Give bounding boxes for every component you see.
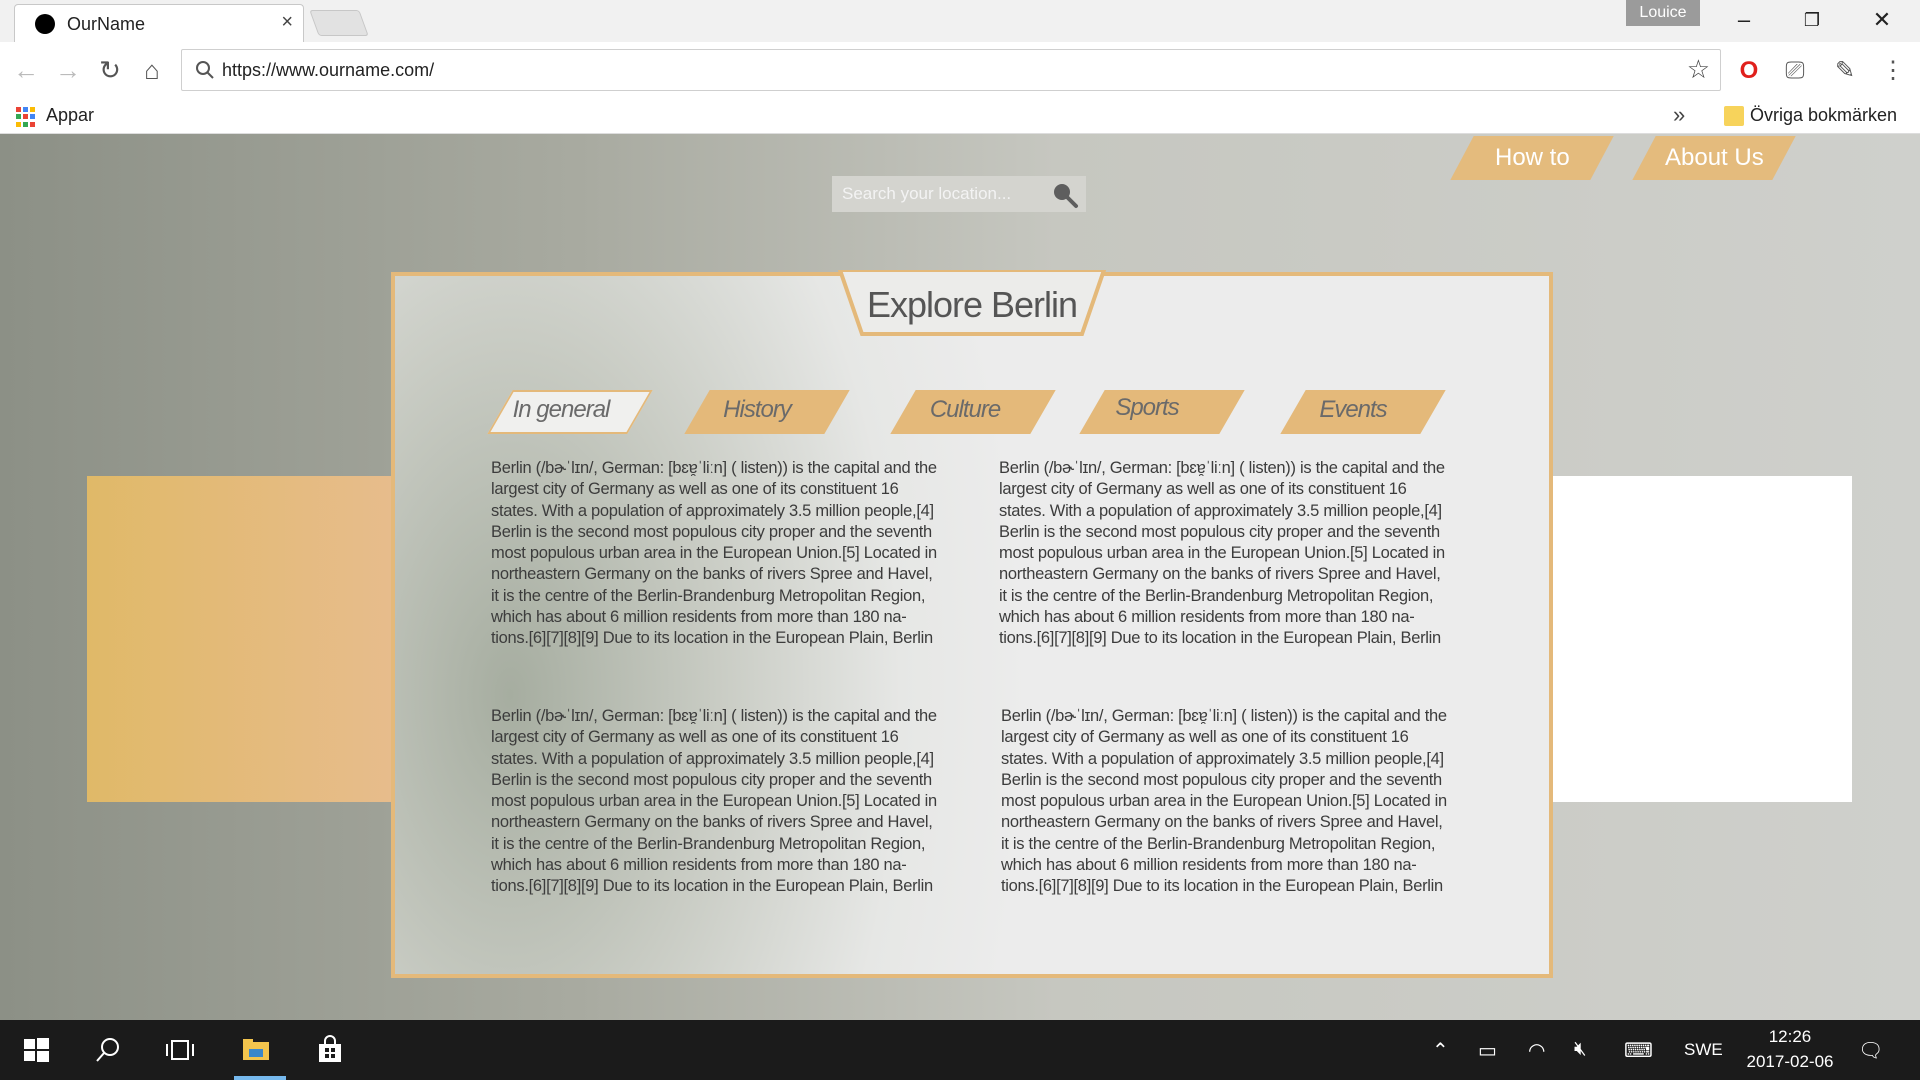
location-search-input[interactable] (842, 184, 1042, 204)
bookmark-star-icon[interactable]: ☆ (1687, 54, 1710, 85)
file-explorer-icon[interactable] (240, 1034, 272, 1066)
clock-date: 2017-02-06 (1746, 1052, 1834, 1071)
store-icon[interactable] (314, 1034, 346, 1066)
language-indicator[interactable]: SWE (1684, 1040, 1723, 1060)
nav-how-to[interactable]: How to (1450, 136, 1614, 180)
article-text: Berlin (/bɚˈlɪn/, German: [bɛɐ̯ˈliːn] ( … (1001, 707, 1447, 896)
nav-about-us[interactable]: About Us (1632, 136, 1796, 180)
tab-events[interactable] (1280, 390, 1446, 434)
left-decor-block (87, 476, 392, 802)
article-text: Berlin (/bɚˈlɪn/, German: [bɛɐ̯ˈliːn] ( … (491, 707, 937, 896)
reload-icon[interactable]: ↻ (94, 54, 126, 86)
clock[interactable]: 12:26 2017-02-06 (1735, 1024, 1845, 1074)
search-icon[interactable] (92, 1034, 124, 1066)
browser-toolbar: ← → ↻ ⌂ https://www.ourname.com/ ☆ O ⎚ ✎… (0, 42, 1920, 98)
page-viewport: How to About Us Explore Berlin In genera… (0, 134, 1920, 1020)
opera-extension-icon[interactable]: O (1732, 54, 1766, 88)
folder-icon (1724, 106, 1744, 126)
tab-close-icon[interactable]: × (281, 11, 293, 34)
nav-how-to-label: How to (1494, 144, 1570, 171)
search-icon (196, 61, 214, 79)
home-icon[interactable]: ⌂ (136, 54, 168, 86)
search-icon[interactable] (1050, 180, 1080, 210)
content-panel: Explore Berlin In general History Cultur… (391, 270, 1553, 978)
minimize-icon[interactable]: – (1720, 4, 1768, 36)
profile-button[interactable]: Louice (1626, 0, 1700, 26)
location-search (832, 176, 1086, 212)
apps-bookmark[interactable]: Appar (46, 105, 94, 126)
restore-icon[interactable]: ❐ (1788, 4, 1836, 36)
nav-about-us-label: About Us (1664, 144, 1764, 171)
new-tab-button[interactable] (309, 10, 369, 36)
cast-icon[interactable]: ⎚ (1778, 54, 1812, 88)
address-bar[interactable]: https://www.ourname.com/ ☆ (181, 49, 1721, 91)
favicon-icon (35, 14, 55, 34)
tab-culture[interactable] (890, 390, 1056, 434)
tab-history[interactable] (684, 390, 850, 434)
keyboard-icon[interactable]: ⌨ (1624, 1038, 1653, 1063)
tab-strip: OurName × Louice – ❐ ✕ (0, 0, 1920, 42)
other-bookmarks[interactable]: Övriga bokmärken (1750, 105, 1897, 126)
close-window-icon[interactable]: ✕ (1858, 4, 1906, 36)
right-decor-block (1548, 476, 1852, 802)
forward-icon[interactable]: → (52, 54, 84, 86)
article-text: Berlin (/bɚˈlɪn/, German: [bɛɐ̯ˈliːn] ( … (999, 459, 1445, 648)
volume-muted-icon[interactable]: 🔇︎ (1574, 1038, 1587, 1061)
clock-time: 12:26 (1768, 1027, 1812, 1046)
chevron-up-icon[interactable]: ⌃ (1432, 1038, 1449, 1063)
notifications-icon[interactable]: 🗨︎ (1858, 1038, 1883, 1063)
taskbar: ⌃ ▭ ◠ 🔇︎ ⌨ SWE 12:26 2017-02-06 🗨︎ (0, 1020, 1920, 1080)
article-text: Berlin (/bɚˈlɪn/, German: [bɛɐ̯ˈliːn] ( … (491, 459, 937, 648)
apps-grid-icon[interactable] (16, 107, 36, 127)
battery-icon[interactable]: ▭ (1478, 1038, 1497, 1063)
browser-tab[interactable]: OurName × (14, 4, 304, 42)
eyedropper-extension-icon[interactable]: ✎ (1828, 54, 1862, 88)
task-view-icon[interactable] (164, 1034, 196, 1066)
page-title: Explore Berlin (866, 284, 1078, 325)
url-text[interactable]: https://www.ourname.com/ (222, 60, 434, 81)
active-app-indicator (234, 1076, 286, 1080)
bookmarks-overflow-button[interactable]: » (1673, 102, 1685, 128)
wifi-icon[interactable]: ◠ (1528, 1038, 1545, 1063)
windows-start-icon[interactable] (20, 1034, 52, 1066)
tab-sports[interactable] (1079, 390, 1245, 434)
bookmarks-bar: Appar » Övriga bokmärken (0, 98, 1920, 134)
tab-title: OurName (67, 14, 146, 34)
menu-icon[interactable]: ⋮ (1876, 54, 1910, 88)
back-icon[interactable]: ← (10, 54, 42, 86)
tab-in-general[interactable] (487, 390, 653, 434)
